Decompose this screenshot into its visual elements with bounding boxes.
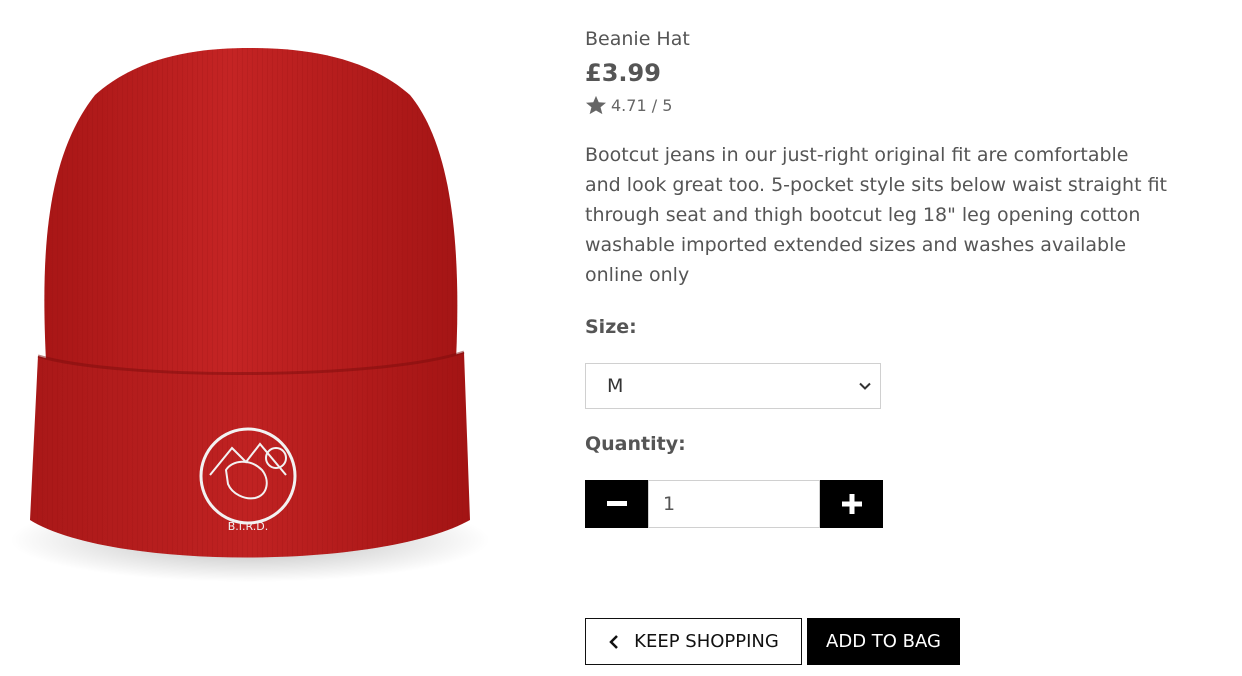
size-select[interactable]: M [585,363,881,409]
star-icon [586,95,606,115]
product-rating: 4.71 / 5 [585,94,1185,116]
add-to-bag-button[interactable]: ADD TO BAG [807,618,960,665]
increment-button[interactable] [820,480,883,528]
product-price: £3.99 [585,59,661,87]
quantity-label: Quantity: [585,433,686,455]
chevron-down-icon [859,382,871,390]
product-info: Beanie Hat £3.99 4.71 / 5 Bootcut jeans … [585,26,1185,665]
minus-icon [606,501,627,506]
product-name: Beanie Hat [585,28,690,50]
add-to-bag-label: ADD TO BAG [826,631,941,652]
product-image: B.I.R.D. [0,0,560,676]
plus-icon [841,494,862,514]
product-description: Bootcut jeans in our just-right original… [585,144,1167,286]
size-selected-value: M [607,375,624,397]
keep-shopping-button[interactable]: KEEP SHOPPING [585,618,802,665]
quantity-input[interactable]: 1 [648,480,820,528]
chevron-left-icon [609,634,619,649]
action-buttons: KEEP SHOPPING ADD TO BAG [585,618,960,665]
keep-shopping-label: KEEP SHOPPING [634,631,779,652]
size-label: Size: [585,316,637,338]
quantity-stepper: 1 [585,480,883,528]
rating-value: 4.71 / 5 [611,95,673,115]
decrement-button[interactable] [585,480,648,528]
svg-text:B.I.R.D.: B.I.R.D. [228,520,269,533]
